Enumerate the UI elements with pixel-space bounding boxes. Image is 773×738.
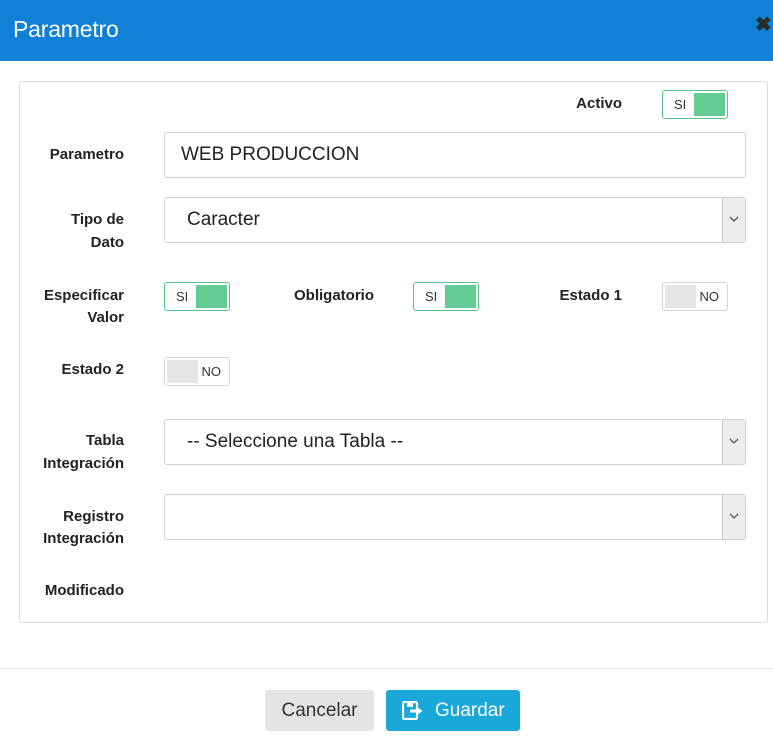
- estado1-toggle-text: NO: [699, 289, 720, 304]
- especificar-valor-label-line2: Valor: [87, 309, 124, 326]
- registro-integracion-select[interactable]: [164, 494, 746, 540]
- toggle-knob: [196, 285, 227, 308]
- obligatorio-toggle-text: SI: [425, 289, 438, 304]
- save-icon: [402, 701, 423, 720]
- tipo-dato-select[interactable]: Caracter: [164, 197, 746, 243]
- toggle-knob: [694, 93, 725, 116]
- registro-integracion-label-line2: Integración: [43, 530, 124, 547]
- parametro-label: Parametro: [49, 146, 124, 163]
- activo-toggle-text: SI: [674, 97, 687, 112]
- obligatorio-toggle[interactable]: SI: [413, 282, 479, 311]
- chevron-down-icon[interactable]: [722, 198, 745, 242]
- close-icon[interactable]: ✖: [755, 14, 773, 36]
- estado2-toggle[interactable]: NO: [164, 357, 230, 386]
- tipo-dato-value: Caracter: [187, 209, 260, 230]
- toggle-knob: [665, 285, 696, 308]
- save-button-label: Guardar: [435, 700, 505, 721]
- tabla-integracion-label-line2: Integración: [43, 455, 124, 472]
- estado1-toggle[interactable]: NO: [662, 282, 728, 311]
- save-button[interactable]: Guardar: [386, 690, 520, 731]
- tabla-integracion-value: -- Seleccione una Tabla --: [187, 431, 404, 452]
- cancel-button[interactable]: Cancelar: [265, 690, 374, 731]
- especificar-valor-toggle-text: SI: [176, 289, 189, 304]
- especificar-valor-toggle[interactable]: SI: [164, 282, 230, 311]
- dialog-header: Parametro: [0, 0, 773, 61]
- obligatorio-label: Obligatorio: [294, 287, 374, 304]
- tipo-dato-label-line2: Dato: [90, 234, 124, 251]
- chevron-down-icon[interactable]: [722, 495, 745, 539]
- especificar-valor-label-line1: Especificar: [43, 287, 124, 304]
- tipo-dato-label-line1: Tipo de: [70, 211, 124, 228]
- dialog-title: Parametro: [13, 16, 119, 42]
- estado1-label: Estado 1: [559, 287, 622, 304]
- estado2-label: Estado 2: [61, 361, 124, 378]
- activo-label: Activo: [576, 95, 622, 112]
- estado2-toggle-text: NO: [201, 364, 222, 379]
- activo-toggle[interactable]: SI: [662, 90, 728, 119]
- footer-divider: [0, 668, 773, 669]
- toggle-knob: [445, 285, 476, 308]
- chevron-down-icon[interactable]: [722, 420, 745, 464]
- tabla-integracion-label-line1: Tabla: [85, 432, 124, 449]
- tabla-integracion-select[interactable]: -- Seleccione una Tabla --: [164, 419, 746, 465]
- modificado-label: Modificado: [44, 582, 124, 599]
- registro-integracion-label-line1: Registro: [63, 508, 124, 525]
- toggle-knob: [167, 360, 198, 383]
- parametro-input[interactable]: WEB PRODUCCION: [164, 132, 746, 178]
